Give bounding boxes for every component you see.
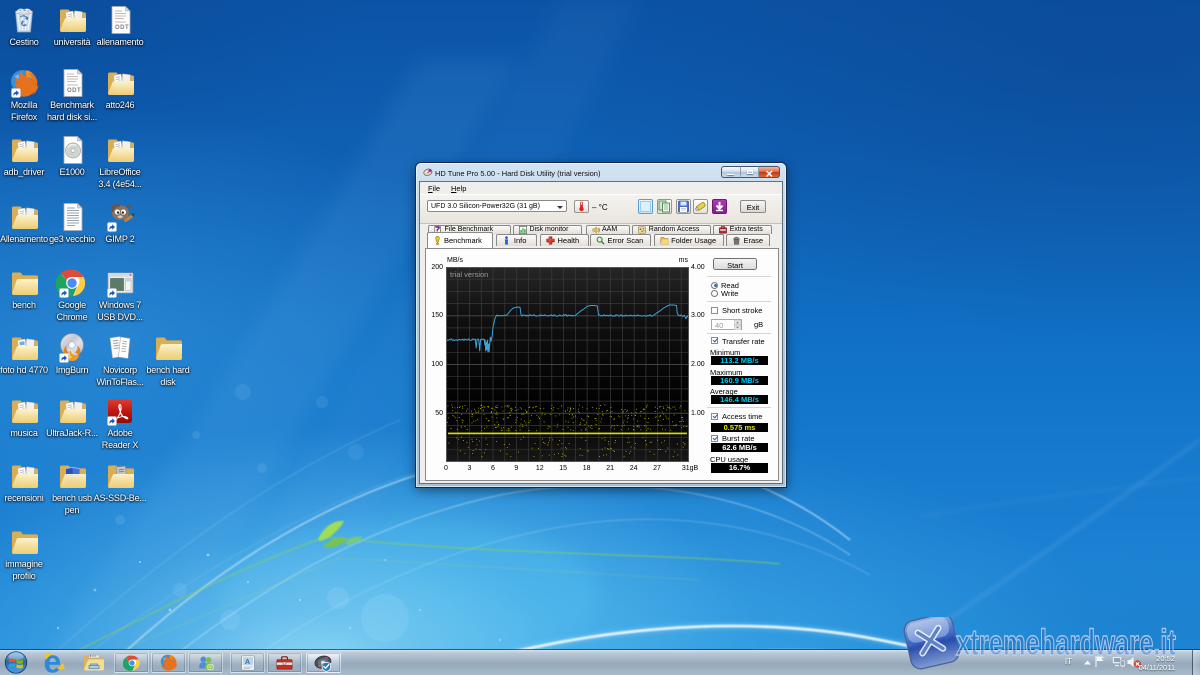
svg-text:A: A	[244, 656, 249, 665]
svg-text:trial version: trial version	[450, 270, 488, 279]
svg-text:xtremehardware.it: xtremehardware.it	[956, 622, 1176, 663]
